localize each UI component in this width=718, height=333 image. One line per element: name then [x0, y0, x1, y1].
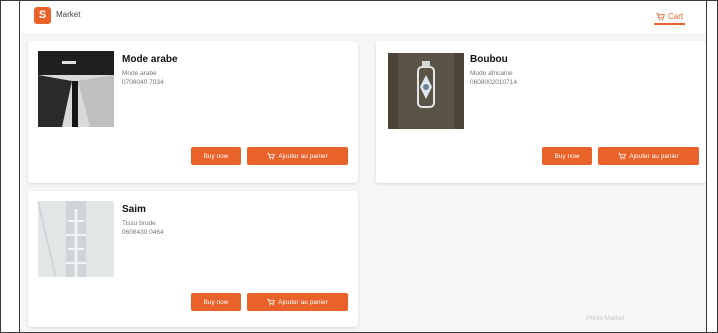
buy-now-button[interactable]: Buy now	[191, 147, 241, 165]
product-card: Saim Tissu brode 0608430 0464 Buy now Aj…	[28, 191, 358, 327]
logo-icon[interactable]: S	[34, 7, 51, 24]
app-window: S Market Cart Mode arabe Mode arabe 0708…	[20, 1, 706, 332]
cart-icon	[267, 298, 276, 306]
product-category: Mode arabe	[122, 70, 157, 77]
product-category: Tissu brode	[122, 220, 156, 227]
buy-now-label: Buy now	[203, 298, 229, 306]
cart-icon	[267, 152, 276, 160]
product-image[interactable]	[388, 53, 464, 129]
brand-name[interactable]: Market	[56, 10, 80, 19]
product-card: Mode arabe Mode arabe 0708040 7034 Buy n…	[28, 41, 358, 183]
header: S Market Cart	[20, 1, 706, 33]
buy-now-button[interactable]: Buy now	[542, 147, 592, 165]
product-title[interactable]: Mode arabe	[122, 54, 178, 65]
add-to-cart-label: Ajouter au panier	[278, 298, 328, 306]
add-to-cart-label: Ajouter au panier	[629, 152, 679, 160]
add-to-cart-label: Ajouter au panier	[278, 152, 328, 160]
product-phone: 0608002010714	[470, 79, 517, 86]
product-title[interactable]: Saim	[122, 204, 146, 215]
cart-icon	[618, 152, 627, 160]
product-phone: 0708040 7034	[122, 79, 164, 86]
buy-now-label: Buy now	[554, 152, 580, 160]
product-phone: 0608430 0464	[122, 229, 164, 236]
cart-button-label: Cart	[668, 11, 684, 21]
add-to-cart-button[interactable]: Ajouter au panier	[598, 147, 699, 165]
product-image[interactable]	[38, 201, 114, 277]
cart-icon	[656, 12, 665, 20]
add-to-cart-button[interactable]: Ajouter au panier	[247, 293, 348, 311]
product-image[interactable]	[38, 51, 114, 127]
watermark: Photo Market	[586, 315, 625, 322]
buy-now-label: Buy now	[203, 152, 229, 160]
add-to-cart-button[interactable]: Ajouter au panier	[247, 147, 348, 165]
cart-button[interactable]: Cart	[654, 9, 686, 25]
product-title[interactable]: Boubou	[470, 54, 508, 65]
product-category: Mode africaine	[470, 70, 513, 77]
product-card: Boubou Mode africaine 0608002010714 Buy …	[376, 41, 706, 183]
frame-right-border	[706, 0, 707, 333]
buy-now-button[interactable]: Buy now	[191, 293, 241, 311]
